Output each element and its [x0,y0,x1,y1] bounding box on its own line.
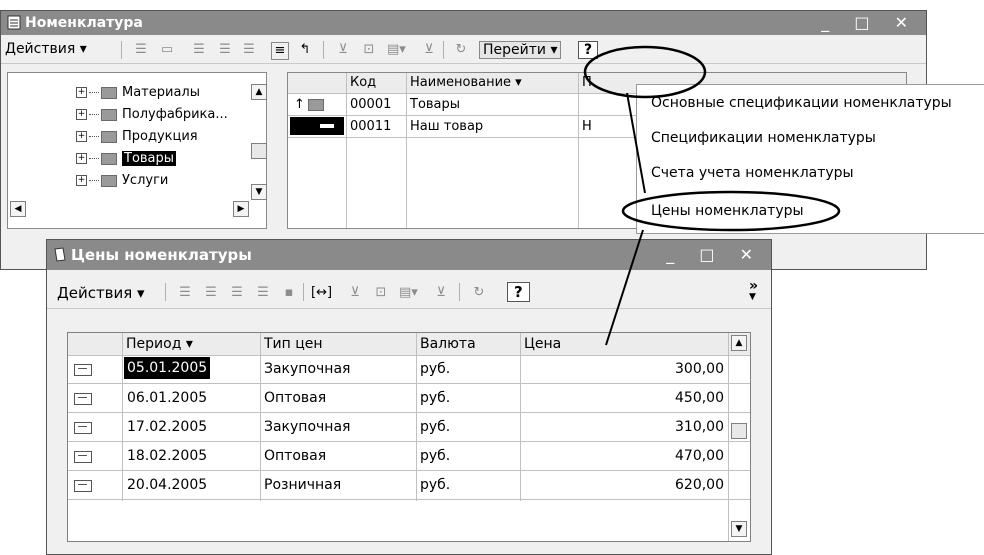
annotation-line [605,229,644,346]
highlight-ellipse-prices [621,190,841,232]
annotation-line [626,92,646,194]
annotation-overlay [583,45,841,346]
highlight-ellipse-goto [583,45,707,99]
